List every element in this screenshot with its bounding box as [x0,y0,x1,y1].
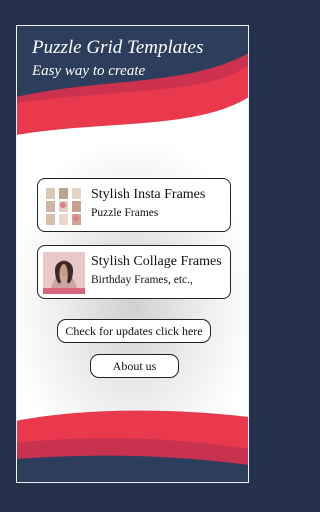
about-us-button[interactable]: About us [90,354,179,378]
footer-wave [16,410,249,483]
app-screen: Puzzle Grid Templates Easy way to create… [16,25,249,483]
card-title: Stylish Insta Frames [91,187,206,202]
stylish-insta-frames-card[interactable]: Stylish Insta Frames Puzzle Frames [37,178,231,232]
puzzle-grid-thumbnail [43,185,85,227]
card-subtitle: Birthday Frames, etc., [91,274,193,286]
card-subtitle: Puzzle Frames [91,207,159,219]
app-subtitle: Easy way to create [32,63,146,79]
stylish-collage-frames-card[interactable]: Stylish Collage Frames Birthday Frames, … [37,245,231,299]
card-title: Stylish Collage Frames [91,254,222,269]
check-updates-button[interactable]: Check for updates click here [57,319,211,343]
app-title: Puzzle Grid Templates [32,37,204,58]
portrait-photo-thumbnail [43,252,85,294]
